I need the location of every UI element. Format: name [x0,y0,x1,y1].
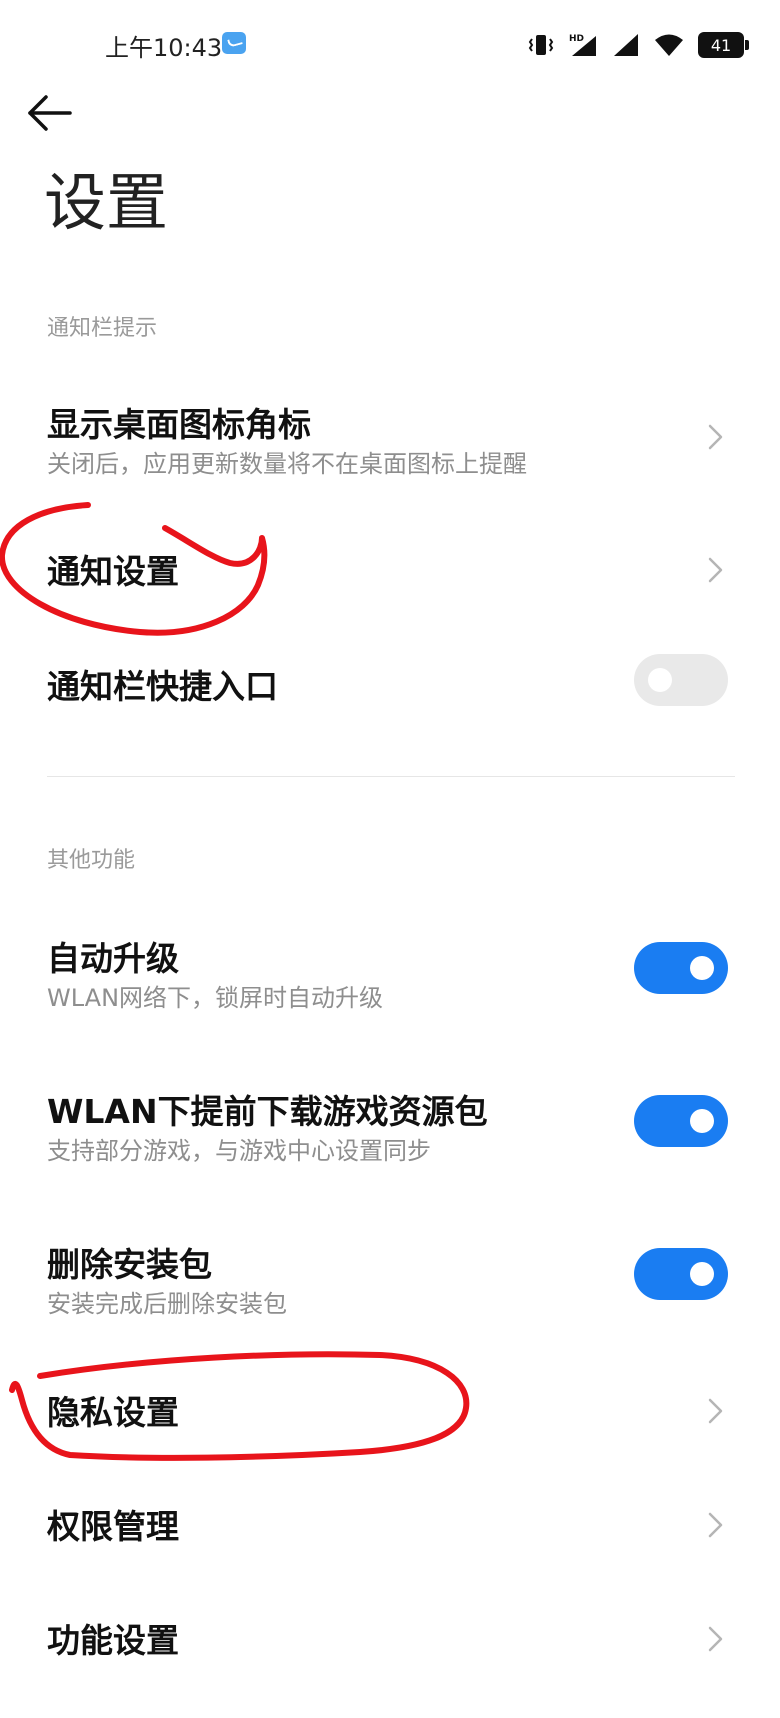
status-time: 上午10:43 [105,34,223,62]
toggle-knob [690,1109,714,1133]
signal-icon [614,34,638,56]
setting-row-wlan-download[interactable]: WLAN下提前下载游戏资源包 支持部分游戏，与游戏中心设置同步 [0,1075,780,1185]
status-icons: HD 41 [528,30,749,60]
delete-package-toggle[interactable] [634,1248,728,1300]
row-title: 显示桌面图标角标 [47,405,311,444]
setting-row-quick-entry[interactable]: 通知栏快捷入口 [0,648,780,720]
quick-entry-toggle[interactable] [634,654,728,706]
row-title: 自动升级 [47,939,179,978]
setting-row-feature-settings[interactable]: 功能设置 [0,1602,780,1674]
chevron-right-icon [708,1626,723,1652]
toggle-knob [690,1262,714,1286]
status-bar: 上午10:43 HD 41 [0,0,780,90]
row-subtitle: WLAN网络下，锁屏时自动升级 [47,984,384,1012]
row-subtitle: 关闭后，应用更新数量将不在桌面图标上提醒 [47,450,527,478]
setting-row-notification-settings[interactable]: 通知设置 [0,535,780,607]
row-subtitle: 安装完成后删除安装包 [47,1290,287,1318]
vibrate-icon [528,35,554,55]
toggle-knob [648,668,672,692]
row-subtitle: 支持部分游戏，与游戏中心设置同步 [47,1137,431,1165]
chevron-right-icon [708,1512,723,1538]
toggle-knob [690,956,714,980]
chevron-right-icon [708,424,723,450]
setting-row-privacy[interactable]: 隐私设置 [0,1374,780,1446]
row-title: 通知设置 [47,552,179,591]
svg-text:HD: HD [569,34,584,44]
row-title: 删除安装包 [47,1245,212,1284]
battery-icon: 41 [698,32,749,58]
row-title: 权限管理 [47,1507,179,1546]
page-title: 设置 [44,166,169,239]
setting-row-desktop-badge[interactable]: 显示桌面图标角标 关闭后，应用更新数量将不在桌面图标上提醒 [0,388,780,498]
row-title: 隐私设置 [47,1393,179,1432]
row-title: 功能设置 [47,1621,179,1660]
section-title-other: 其他功能 [47,848,136,873]
wifi-icon [655,34,683,56]
section-title-notification: 通知栏提示 [47,316,158,341]
section-divider [47,776,735,777]
hd-signal-icon: HD [568,32,596,56]
setting-row-auto-upgrade[interactable]: 自动升级 WLAN网络下，锁屏时自动升级 [0,922,780,1032]
back-arrow-icon[interactable] [26,92,76,134]
row-title: 通知栏快捷入口 [47,667,278,706]
wlan-download-toggle[interactable] [634,1095,728,1147]
setting-row-delete-package[interactable]: 删除安装包 安装完成后删除安装包 [0,1228,780,1338]
setting-row-permissions[interactable]: 权限管理 [0,1488,780,1560]
message-app-icon [222,32,246,54]
chevron-right-icon [708,1398,723,1424]
row-title: WLAN下提前下载游戏资源包 [47,1092,488,1131]
auto-upgrade-toggle[interactable] [634,942,728,994]
chevron-right-icon [708,557,723,583]
battery-level: 41 [710,35,732,55]
